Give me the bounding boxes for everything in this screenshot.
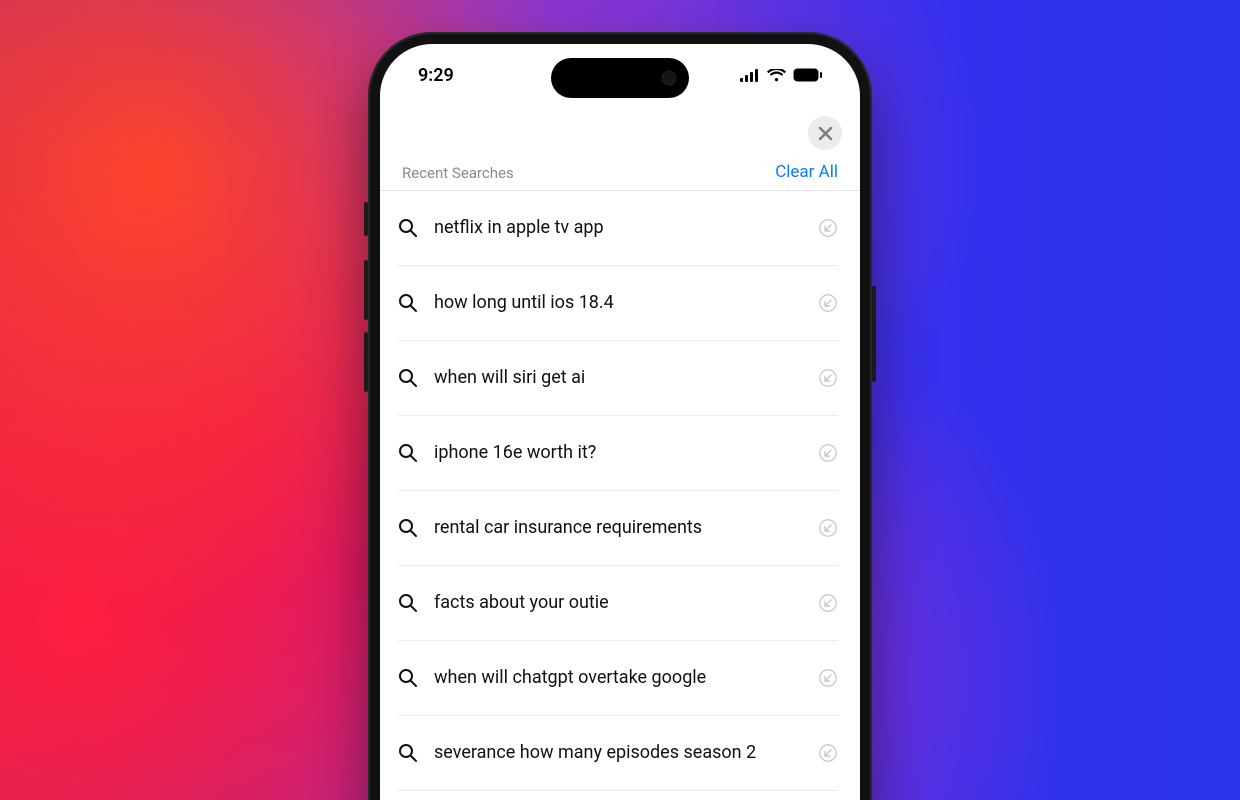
status-right-cluster [740,68,822,82]
tap-to-fill-icon[interactable] [818,518,838,538]
volume-down-button [364,332,368,392]
safari-search-overlay: Recent Searches Clear All netflix in app… [380,106,860,800]
side-power-button [872,286,876,382]
recent-search-item[interactable]: when will siri get ai [398,341,838,416]
search-icon [398,218,418,238]
recent-search-text: rental car insurance requirements [434,517,802,540]
tap-to-fill-icon[interactable] [818,368,838,388]
phone-frame: 9:29 [368,32,872,800]
front-camera [662,71,676,85]
tap-to-fill-icon[interactable] [818,668,838,688]
tap-to-fill-icon[interactable] [818,443,838,463]
dynamic-island [551,58,689,98]
search-icon [398,443,418,463]
search-icon [398,668,418,688]
search-icon [398,518,418,538]
recent-search-item[interactable]: when will chatgpt overtake google [398,641,838,716]
wallpaper-background: 9:29 [0,0,1240,800]
recent-searches-header: Recent Searches Clear All [380,156,860,191]
close-button[interactable] [808,116,842,150]
phone-screen: 9:29 [380,44,860,800]
recent-search-item[interactable]: iphone 16e worth it? [398,416,838,491]
recent-search-item[interactable]: eating eggs after fridge dies [398,791,838,800]
recent-search-text: how long until ios 18.4 [434,292,802,315]
recent-search-text: when will siri get ai [434,367,802,390]
recent-search-text: netflix in apple tv app [434,217,802,240]
search-icon [398,293,418,313]
wifi-icon [767,69,786,82]
tap-to-fill-icon[interactable] [818,218,838,238]
search-icon [398,368,418,388]
battery-icon [793,68,822,82]
recent-search-item[interactable]: how long until ios 18.4 [398,266,838,341]
recent-search-item[interactable]: facts about your outie [398,566,838,641]
close-bar [380,106,860,156]
recent-searches-list: netflix in apple tv app how long until i… [380,191,860,800]
recent-search-text: severance how many episodes season 2 [434,742,802,765]
recent-search-item[interactable]: severance how many episodes season 2 [398,716,838,791]
close-icon [818,126,833,141]
tap-to-fill-icon[interactable] [818,593,838,613]
cellular-icon [740,69,760,82]
mute-switch [364,202,368,236]
status-time: 9:29 [418,65,454,86]
tap-to-fill-icon[interactable] [818,743,838,763]
clear-all-button[interactable]: Clear All [775,162,838,182]
search-icon [398,593,418,613]
recent-search-text: when will chatgpt overtake google [434,667,802,690]
volume-up-button [364,260,368,320]
recent-search-text: facts about your outie [434,592,802,615]
search-icon [398,743,418,763]
recent-search-item[interactable]: netflix in apple tv app [398,191,838,266]
tap-to-fill-icon[interactable] [818,293,838,313]
recent-search-text: iphone 16e worth it? [434,442,802,465]
section-title: Recent Searches [402,164,514,182]
recent-search-item[interactable]: rental car insurance requirements [398,491,838,566]
